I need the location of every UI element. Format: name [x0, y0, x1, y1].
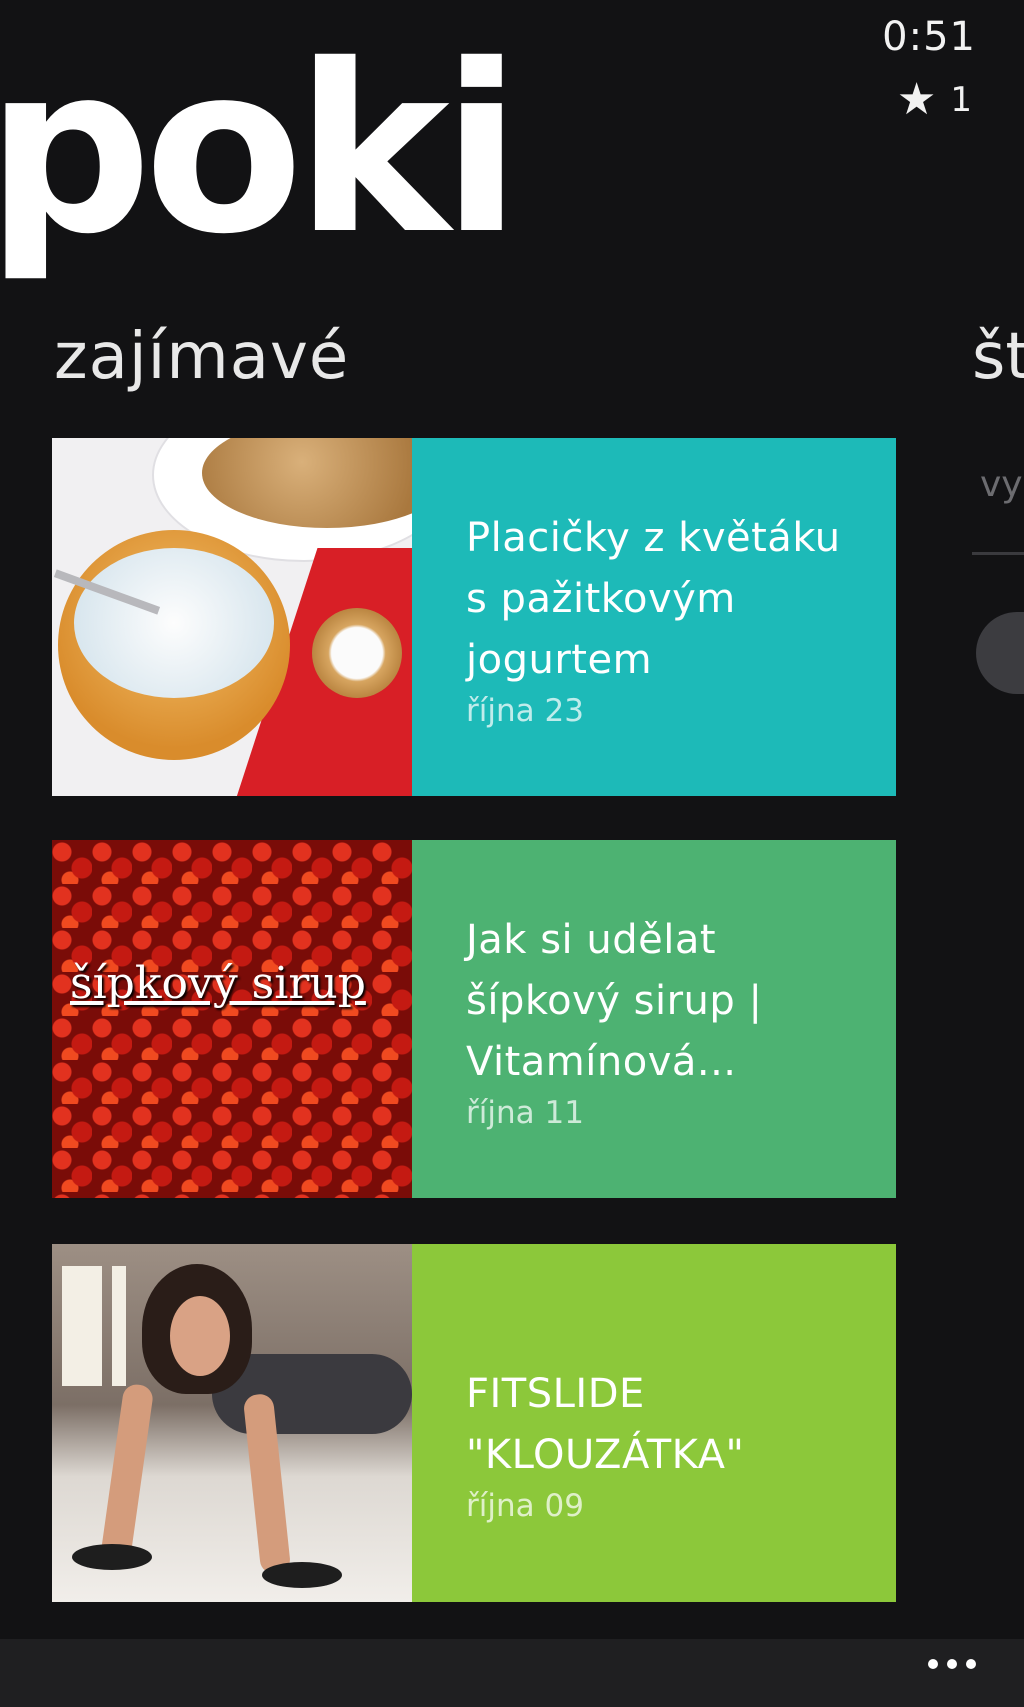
section-header-interesting[interactable]: zajímavé: [54, 320, 349, 394]
article-thumbnail-rosehip: šípkový sirup: [52, 840, 412, 1198]
article-thumbnail-fitness: [52, 1244, 412, 1602]
article-thumbnail-yogurt: [52, 438, 412, 796]
app-bar: [0, 1639, 1024, 1707]
status-time: 0:51: [882, 14, 976, 60]
ellipsis-icon[interactable]: [928, 1659, 976, 1669]
next-section-underline: [972, 552, 1024, 555]
article-title: Placičky z květáku s pažitkovým jogurtem: [466, 515, 841, 683]
article-card-rosehip[interactable]: šípkový sirup Jak si udělat šípkový siru…: [52, 840, 896, 1198]
article-body: Placičky z květáku s pažitkovým jogurtem…: [412, 438, 896, 796]
dot: [947, 1659, 957, 1669]
section-header-next[interactable]: št: [972, 320, 1024, 394]
app-title: poki: [0, 15, 521, 285]
person-arm-shape: [99, 1382, 155, 1566]
next-section-toggle[interactable]: [976, 612, 1024, 694]
article-date: října 11: [466, 1095, 584, 1131]
person-face-shape: [170, 1296, 230, 1376]
article-date: října 09: [466, 1488, 584, 1524]
article-card-cauliflower[interactable]: Placičky z květáku s pažitkovým jogurtem…: [52, 438, 896, 796]
dot: [966, 1659, 976, 1669]
article-title: FITSLIDE "KLOUZÁTKA": [466, 1371, 745, 1478]
dot: [928, 1659, 938, 1669]
rating-indicator: ★ 1: [897, 78, 972, 122]
article-title: Jak si udělat šípkový sirup | Vitamínová…: [466, 917, 763, 1085]
article-body: FITSLIDE "KLOUZÁTKA" října 09: [412, 1244, 896, 1602]
mini-pancake-shape: [312, 608, 402, 698]
article-date: října 23: [466, 693, 584, 729]
yogurt-shape: [74, 548, 274, 698]
rating-count: 1: [950, 80, 972, 120]
article-card-fitslide[interactable]: FITSLIDE "KLOUZÁTKA" října 09: [52, 1244, 896, 1602]
slide-disc-shape: [72, 1544, 152, 1570]
screen: 0:51 ★ 1 poki zajímavé št vy Placičky z …: [0, 0, 1024, 1707]
next-section-field[interactable]: vy: [980, 464, 1023, 505]
slide-disc-shape: [262, 1562, 342, 1588]
window-shape: [112, 1266, 126, 1386]
window-shape: [62, 1266, 102, 1386]
article-body: Jak si udělat šípkový sirup | Vitamínová…: [412, 840, 896, 1198]
star-icon: ★: [896, 74, 937, 125]
thumbnail-caption: šípkový sirup: [70, 958, 366, 1009]
